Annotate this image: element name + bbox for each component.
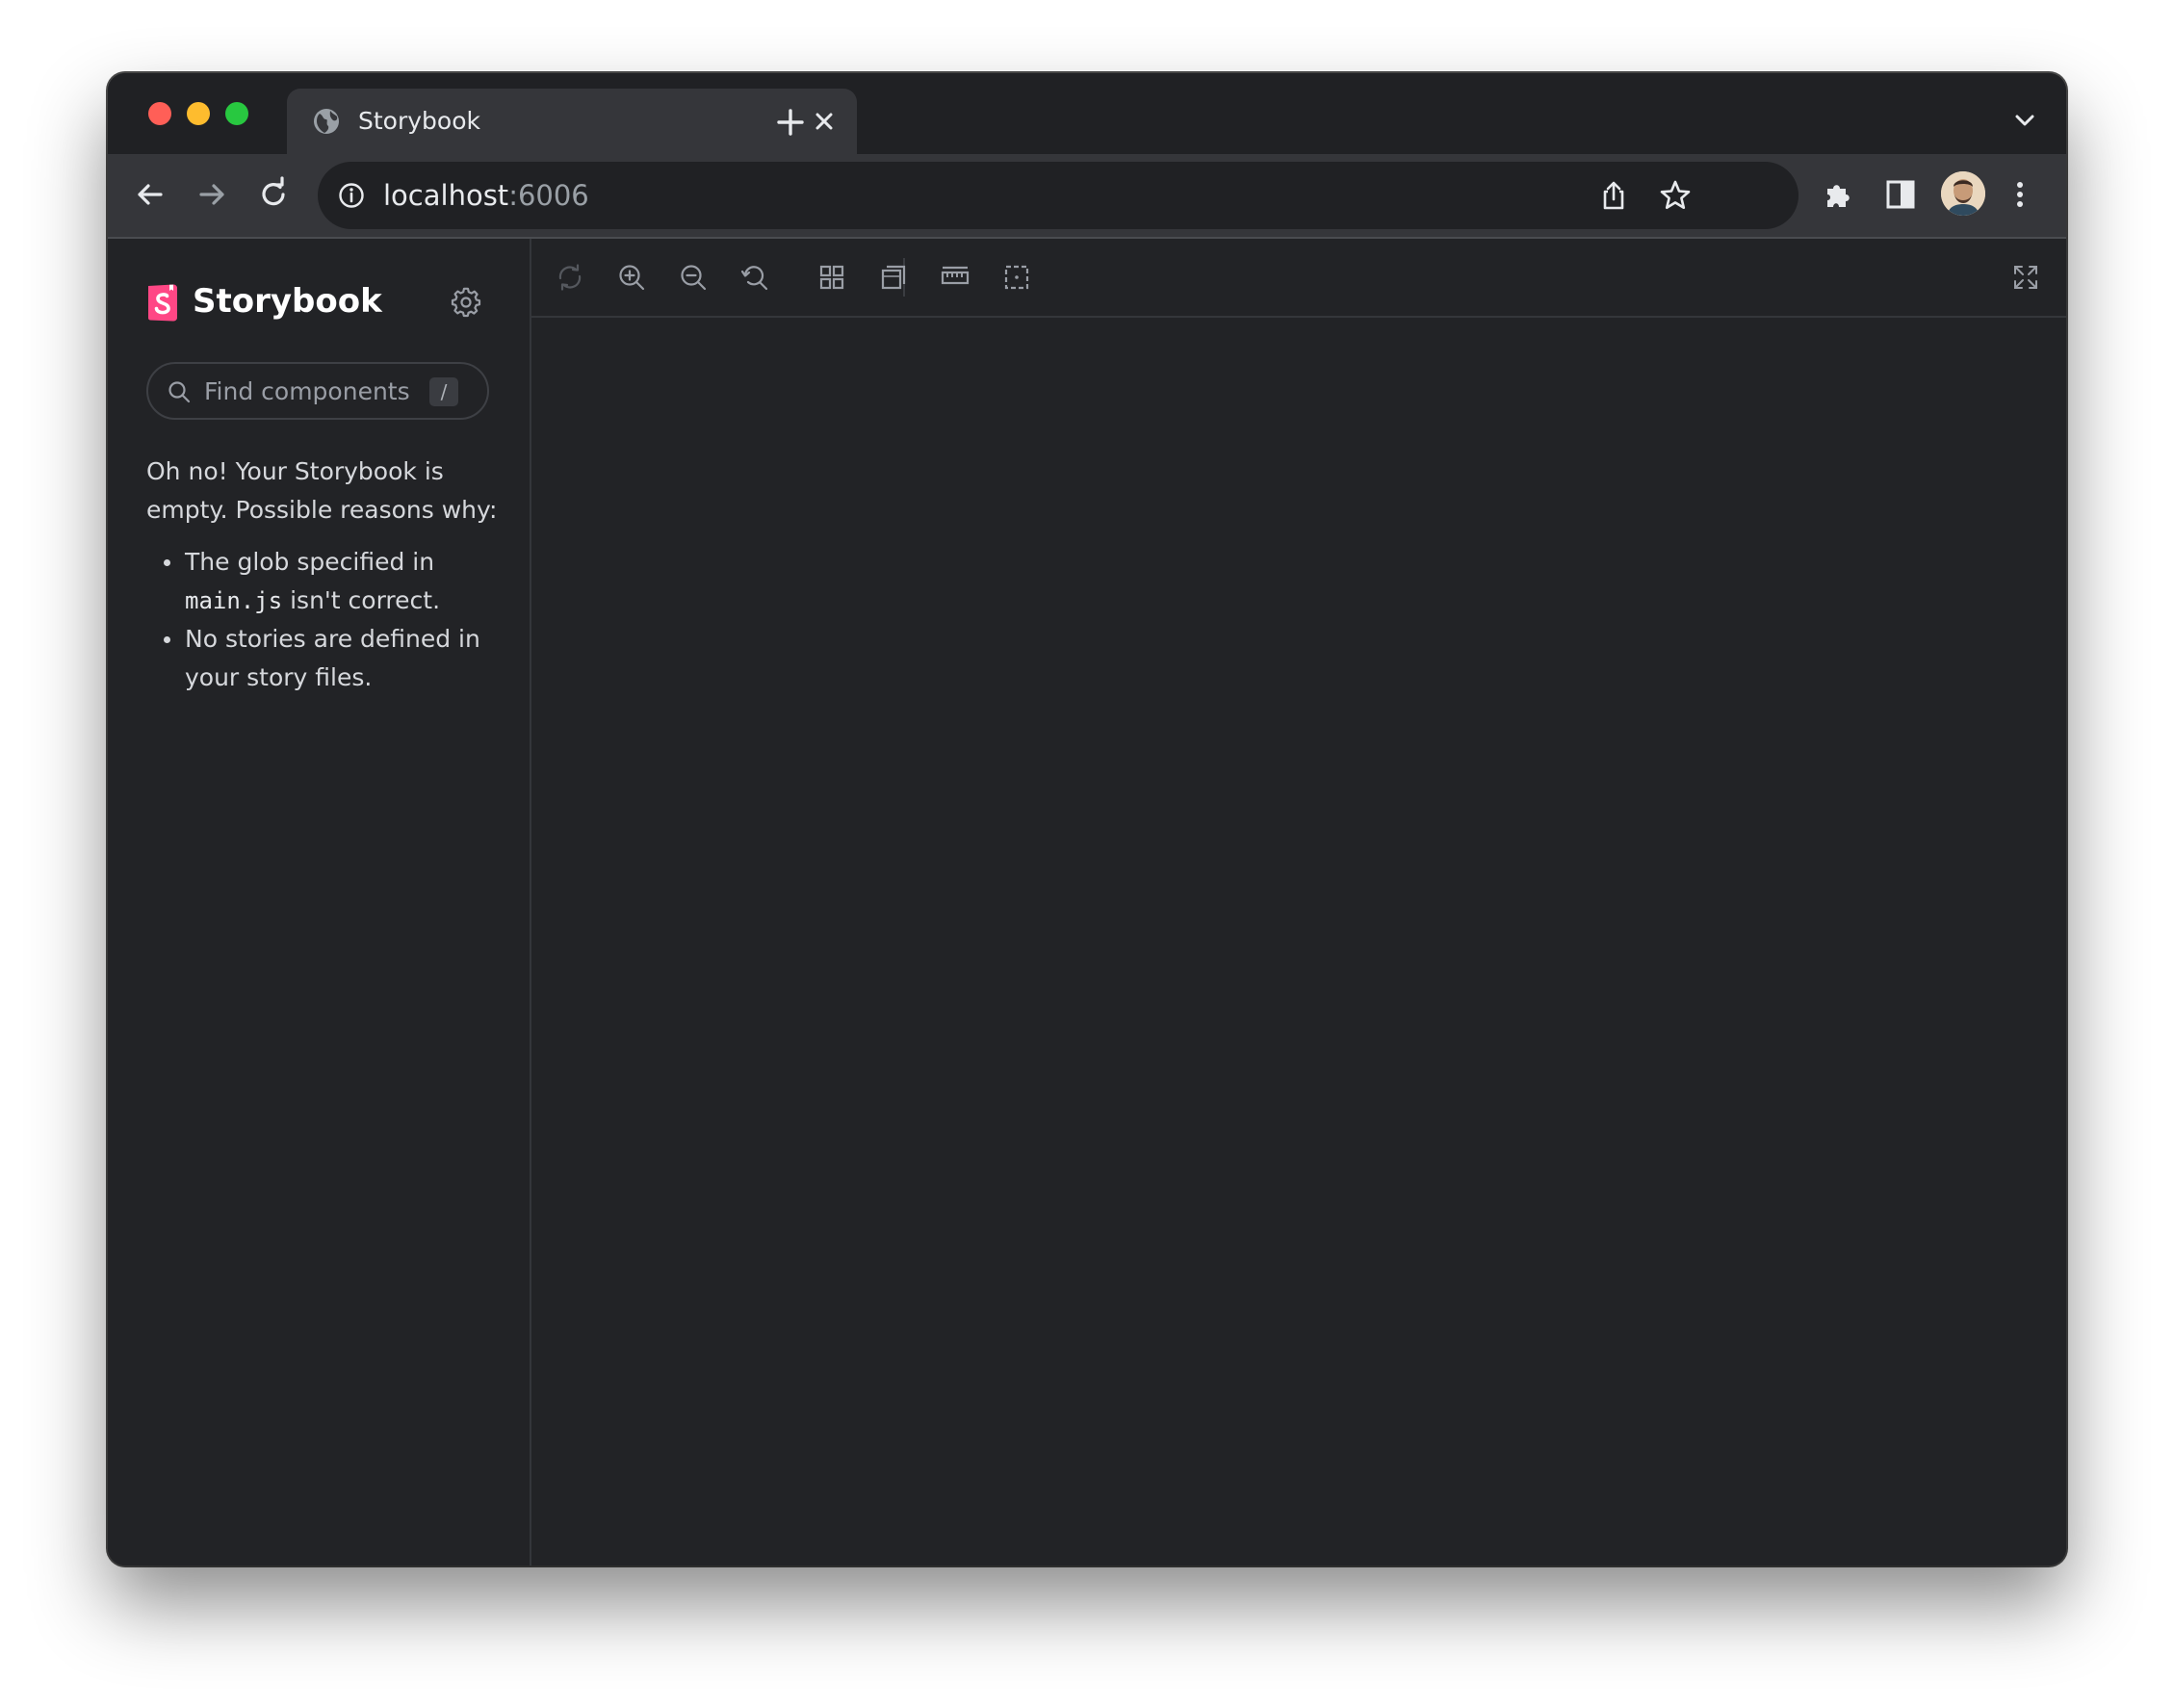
sidebar: Storybook / Oh no! Your Storybook is emp… xyxy=(108,239,531,1566)
globe-icon xyxy=(312,107,341,136)
storybook-logo-icon xyxy=(146,283,179,322)
arrow-right-icon[interactable] xyxy=(193,175,231,214)
ruler-icon[interactable] xyxy=(940,262,971,293)
list-item: No stories are defined in your story fil… xyxy=(164,620,512,697)
zoom-reset-icon[interactable] xyxy=(739,262,770,293)
search-shortcut-badge: / xyxy=(429,377,458,406)
search-icon xyxy=(168,380,191,403)
avatar[interactable] xyxy=(1941,171,1985,216)
star-icon[interactable] xyxy=(1658,178,1693,213)
browser-toolbar: localhost:6006 xyxy=(108,154,2066,239)
maximize-window-button[interactable] xyxy=(225,102,248,125)
tab-title: Storybook xyxy=(358,107,480,135)
search-box[interactable]: / xyxy=(146,362,489,420)
puzzle-icon[interactable] xyxy=(1820,175,1858,214)
arrow-left-icon[interactable] xyxy=(131,175,169,214)
brand-title: Storybook xyxy=(193,282,382,321)
url-text: localhost:6006 xyxy=(383,178,589,213)
address-bar[interactable]: localhost:6006 xyxy=(318,162,1799,229)
zoom-in-icon[interactable] xyxy=(616,262,647,293)
url-host: localhost xyxy=(383,179,509,212)
kebab-menu-icon[interactable] xyxy=(2001,175,2039,214)
url-port: :6006 xyxy=(508,179,589,212)
reload-icon[interactable] xyxy=(254,175,293,214)
close-window-button[interactable] xyxy=(148,102,171,125)
search-input[interactable] xyxy=(204,372,426,410)
grid-icon[interactable] xyxy=(816,262,847,293)
share-icon[interactable] xyxy=(1596,178,1631,213)
tab-strip: Storybook xyxy=(108,73,2066,154)
chevron-down-icon[interactable] xyxy=(2012,108,2037,133)
minimize-window-button[interactable] xyxy=(187,102,210,125)
info-icon[interactable] xyxy=(337,181,366,210)
list-item: The glob specified in main.js isn't corr… xyxy=(164,543,512,620)
zoom-out-icon[interactable] xyxy=(678,262,709,293)
reason-text: The glob specified in xyxy=(185,548,435,576)
canvas-toolbar xyxy=(531,239,2066,318)
reason-text-after: isn't correct. xyxy=(282,586,441,614)
reason-text: No stories are defined in your story fil… xyxy=(185,625,480,691)
fullscreen-icon[interactable] xyxy=(2010,262,2041,293)
side-panel-icon[interactable] xyxy=(1881,175,1920,214)
preview-canvas[interactable] xyxy=(531,318,2066,1566)
plus-icon[interactable] xyxy=(774,106,807,139)
sync-icon[interactable] xyxy=(555,262,585,293)
reason-code: main.js xyxy=(185,587,283,614)
browser-window: Storybook localhost:6006 Storybook Find … xyxy=(108,73,2066,1566)
empty-state-message: Oh no! Your Storybook is empty. Possible… xyxy=(146,457,498,524)
close-icon[interactable] xyxy=(809,106,840,137)
outline-icon[interactable] xyxy=(1001,262,1032,293)
empty-state-reasons: The glob specified in main.js isn't corr… xyxy=(146,543,512,697)
page-content: Storybook / Oh no! Your Storybook is emp… xyxy=(108,239,2066,1566)
browser-tab[interactable]: Storybook xyxy=(287,89,857,154)
gear-icon[interactable] xyxy=(451,287,481,318)
background-icon[interactable] xyxy=(878,262,909,293)
